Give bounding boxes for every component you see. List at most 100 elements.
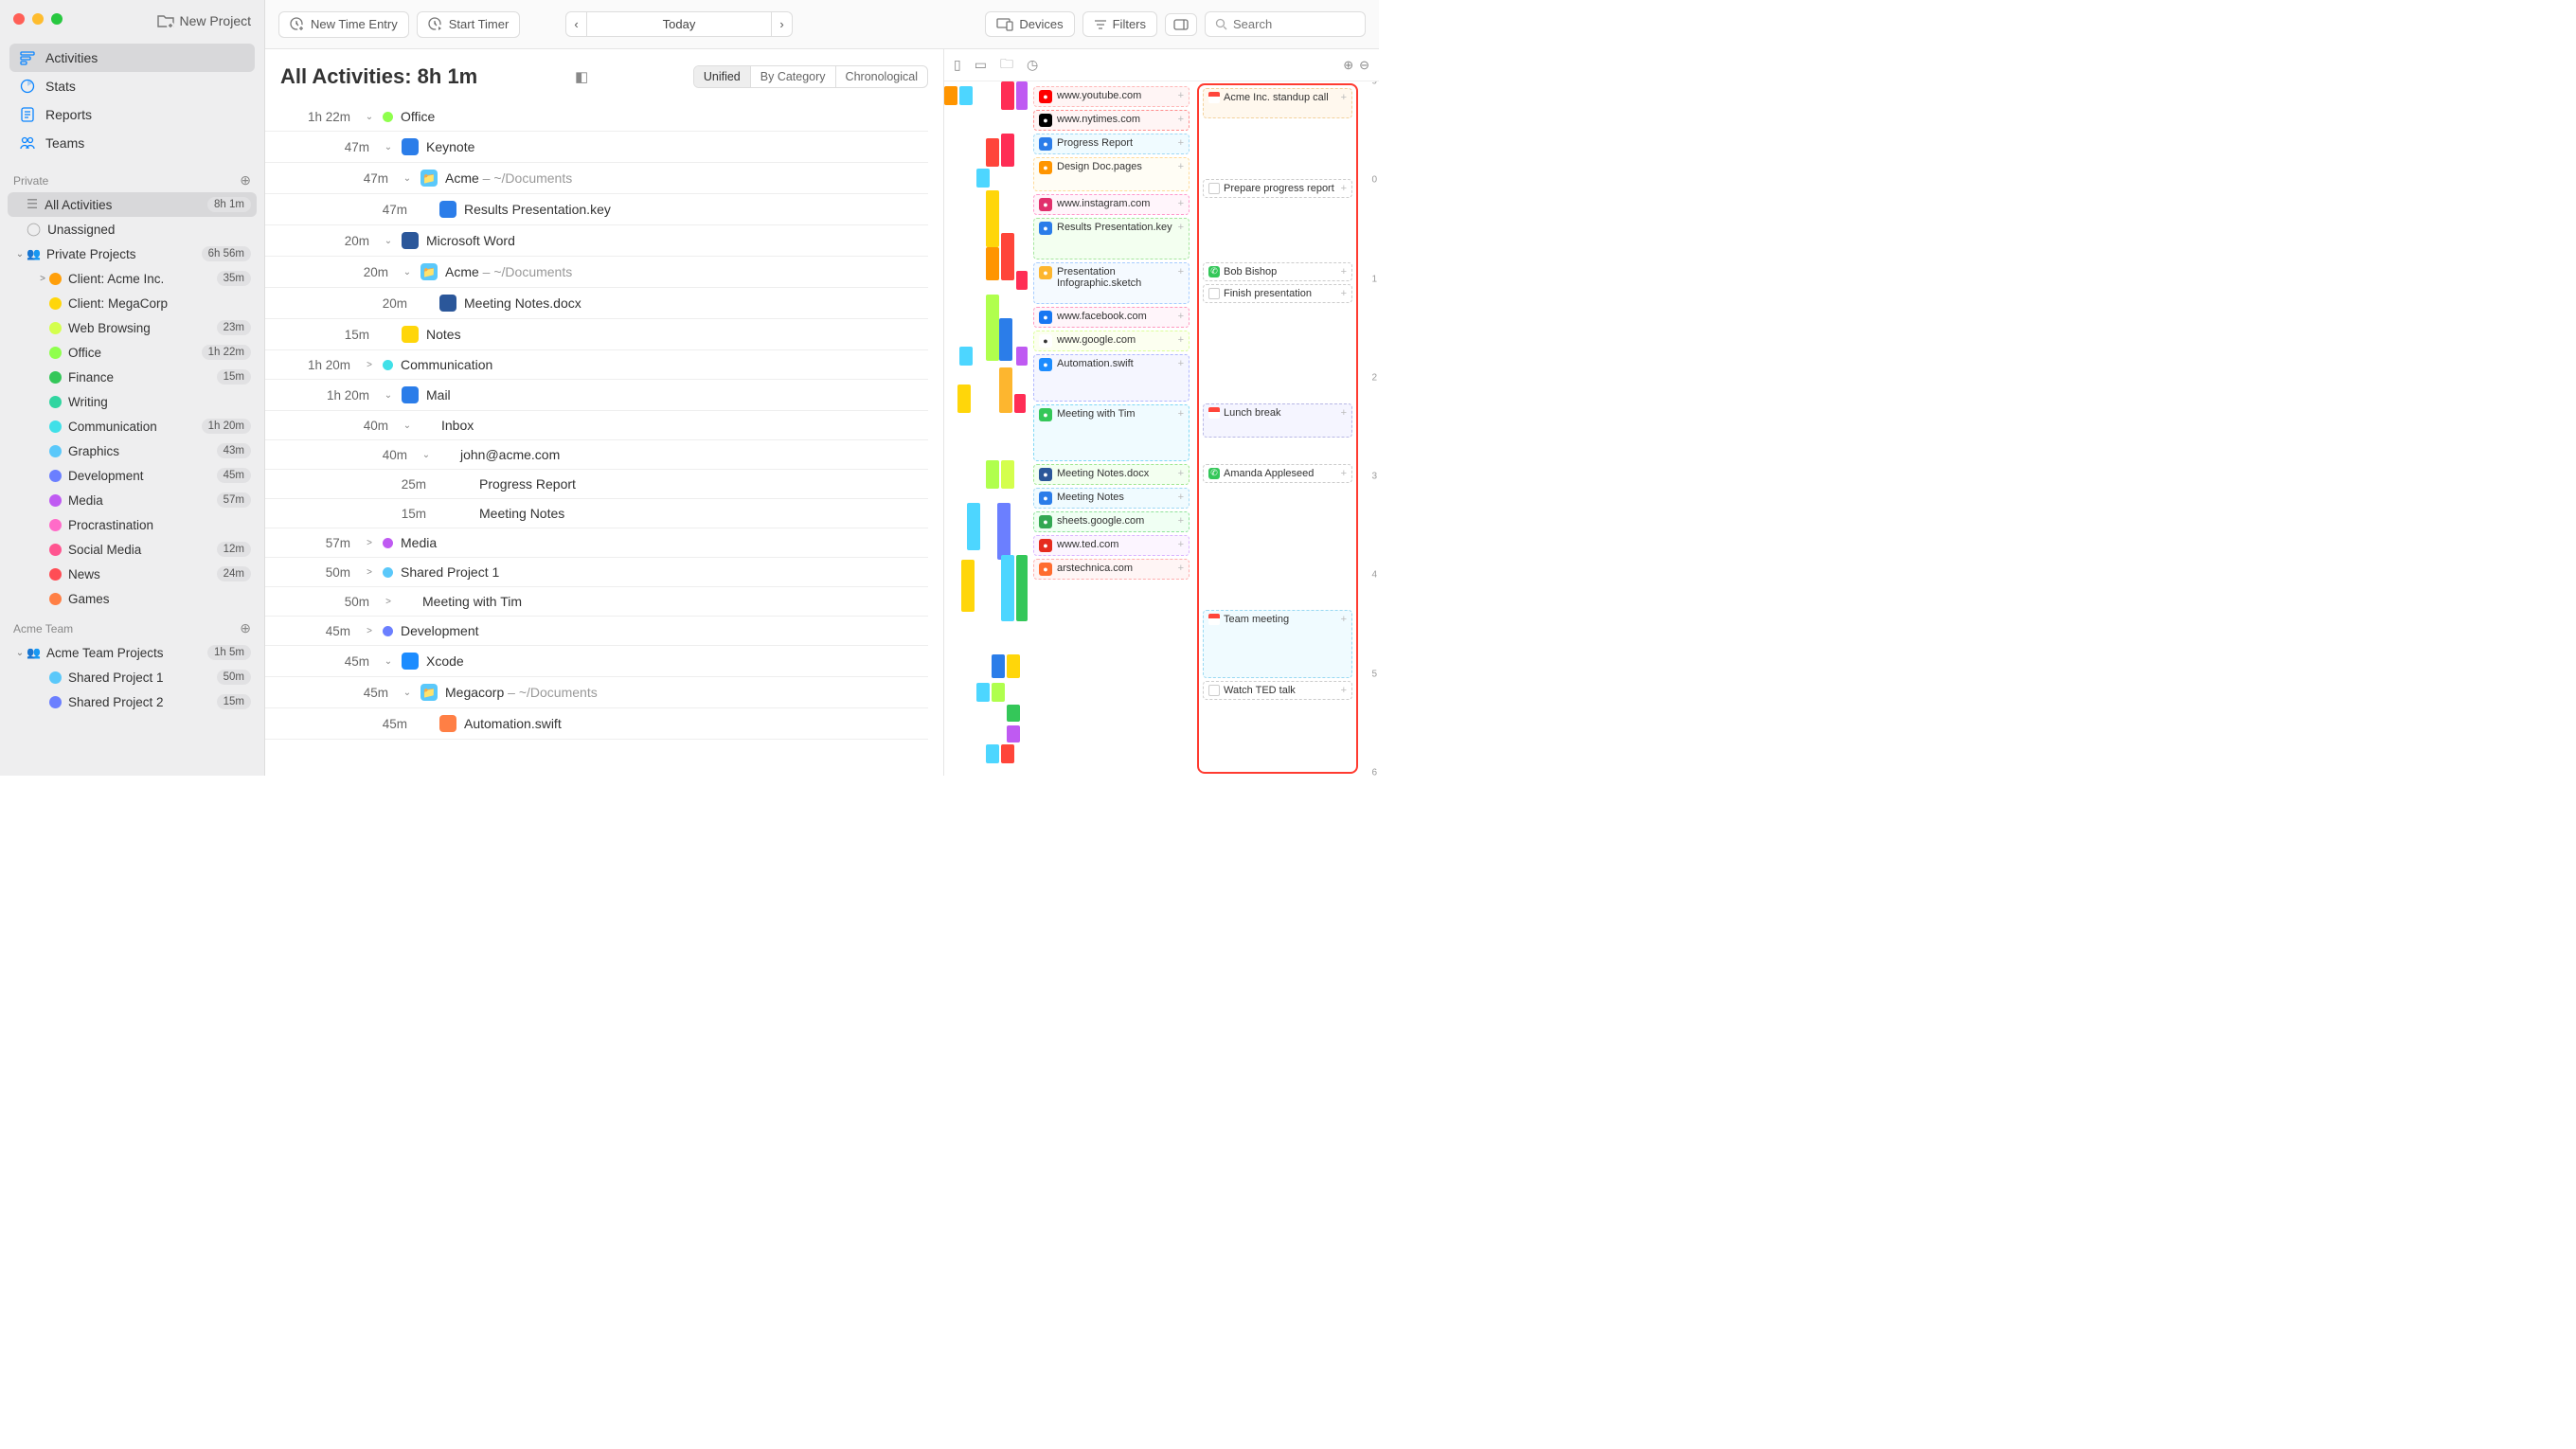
add-icon[interactable]: + xyxy=(1341,468,1347,479)
timeline-block[interactable] xyxy=(959,86,973,105)
timeline-event[interactable]: ●Automation.swift+ xyxy=(1033,354,1190,402)
timeline-block[interactable] xyxy=(986,744,999,763)
disclosure-icon[interactable]: > xyxy=(379,597,398,607)
acme-projects-row[interactable]: ⌄ 👥 Acme Team Projects 1h 5m xyxy=(8,640,257,665)
add-icon[interactable]: + xyxy=(1178,114,1184,125)
activity-row[interactable]: 45m⌄📁Megacorp – ~/Documents xyxy=(265,677,928,708)
timeline-block[interactable] xyxy=(992,654,1005,678)
disclosure-icon[interactable]: ⌄ xyxy=(379,656,398,667)
add-icon[interactable]: + xyxy=(1341,92,1347,103)
activity-row[interactable]: 45mAutomation.swift xyxy=(265,708,928,740)
seg-unified[interactable]: Unified xyxy=(694,66,750,87)
disclosure-icon[interactable]: ⌄ xyxy=(360,112,379,122)
disclosure-icon[interactable]: > xyxy=(360,626,379,636)
activity-row[interactable]: 47m⌄Keynote xyxy=(265,132,928,163)
activity-row[interactable]: 47m⌄📁Acme – ~/Documents xyxy=(265,163,928,194)
timeline-block[interactable] xyxy=(1001,233,1014,280)
timeline-block[interactable] xyxy=(959,347,973,366)
disclosure-icon[interactable]: > xyxy=(360,360,379,370)
seg-chronological[interactable]: Chronological xyxy=(835,66,927,87)
timeline-block[interactable] xyxy=(976,169,990,188)
next-day-button[interactable]: › xyxy=(771,11,792,37)
disclosure-icon[interactable]: ⌄ xyxy=(379,236,398,246)
filters-button[interactable]: Filters xyxy=(1082,11,1157,37)
disclosure-icon[interactable]: ⌄ xyxy=(398,267,417,277)
add-icon[interactable]: + xyxy=(1178,492,1184,503)
private-projects-row[interactable]: ⌄ 👥 Private Projects 6h 56m xyxy=(8,242,257,266)
timeline-block[interactable] xyxy=(1007,705,1020,722)
project-row[interactable]: Office1h 22m xyxy=(8,340,257,365)
add-icon[interactable]: + xyxy=(1341,183,1347,194)
activity-row[interactable]: 50m>Meeting with Tim xyxy=(265,587,928,617)
close-window[interactable] xyxy=(13,13,25,25)
timeline-event[interactable]: ●arstechnica.com+ xyxy=(1033,559,1190,580)
timeline-block[interactable] xyxy=(967,503,980,550)
activity-row[interactable]: 15mMeeting Notes xyxy=(265,499,928,528)
activity-row[interactable]: 50m>Shared Project 1 xyxy=(265,558,928,587)
timeline-event[interactable]: ●Results Presentation.key+ xyxy=(1033,218,1190,259)
calendar-event[interactable]: Acme Inc. standup call+ xyxy=(1203,88,1352,118)
add-icon[interactable]: + xyxy=(1178,563,1184,574)
project-row[interactable]: Writing xyxy=(8,389,257,414)
timeline-block[interactable] xyxy=(976,683,990,702)
add-icon[interactable]: + xyxy=(1178,515,1184,527)
timeline-block[interactable] xyxy=(999,367,1012,413)
shared-project-2-row[interactable]: Shared Project 2 15m xyxy=(8,689,257,714)
disclosure-icon[interactable]: ⌄ xyxy=(398,420,417,431)
devices-button[interactable]: Devices xyxy=(985,11,1074,37)
calendar-event[interactable]: Team meeting+ xyxy=(1203,610,1352,678)
new-project-button[interactable]: New Project xyxy=(157,13,251,28)
layout-button[interactable] xyxy=(1165,13,1197,36)
all-activities-row[interactable]: ☰ All Activities 8h 1m xyxy=(8,192,257,217)
timeline-block[interactable] xyxy=(1014,394,1026,413)
activity-row[interactable]: 45m⌄Xcode xyxy=(265,646,928,677)
nav-activities[interactable]: Activities xyxy=(9,44,255,72)
activity-row[interactable]: 15mNotes xyxy=(265,319,928,350)
add-acme-button[interactable]: ⊕ xyxy=(240,620,251,636)
timeline-block[interactable] xyxy=(997,503,1011,560)
search-input[interactable] xyxy=(1233,17,1355,31)
timeline-block[interactable] xyxy=(986,138,999,167)
calendar-event[interactable]: ✆Bob Bishop+ xyxy=(1203,262,1352,281)
add-icon[interactable]: + xyxy=(1341,614,1347,625)
add-icon[interactable]: + xyxy=(1341,288,1347,299)
nav-reports[interactable]: Reports xyxy=(9,100,255,129)
timeline-block[interactable] xyxy=(999,318,1012,361)
timeline-block[interactable] xyxy=(992,683,1005,702)
timeline-block[interactable] xyxy=(957,385,971,413)
timeline-block[interactable] xyxy=(1001,460,1014,489)
timeline-event[interactable]: ●www.instagram.com+ xyxy=(1033,194,1190,215)
timeline-event[interactable]: ●Progress Report+ xyxy=(1033,134,1190,154)
timeline-event[interactable]: ●Meeting with Tim+ xyxy=(1033,404,1190,461)
activity-row[interactable]: 1h 20m⌄Mail xyxy=(265,380,928,411)
activity-row[interactable]: 20mMeeting Notes.docx xyxy=(265,288,928,319)
start-timer-button[interactable]: Start Timer xyxy=(417,11,521,38)
timeline-block[interactable] xyxy=(1001,134,1014,167)
project-row[interactable]: Development45m xyxy=(8,463,257,488)
timeline-event[interactable]: ●Presentation Infographic.sketch+ xyxy=(1033,262,1190,304)
calendar-event[interactable]: Lunch break+ xyxy=(1203,403,1352,438)
calendar-event[interactable]: ✆Amanda Appleseed+ xyxy=(1203,464,1352,483)
disclosure-icon[interactable]: ⌄ xyxy=(379,142,398,152)
calendar-event[interactable]: Finish presentation+ xyxy=(1203,284,1352,303)
add-private-button[interactable]: ⊕ xyxy=(240,172,251,188)
project-row[interactable]: News24m xyxy=(8,562,257,586)
add-icon[interactable]: + xyxy=(1178,334,1184,346)
minimize-window[interactable] xyxy=(32,13,44,25)
tab-phone-icon[interactable]: ▯ xyxy=(954,57,961,73)
prev-day-button[interactable]: ‹ xyxy=(565,11,586,37)
activity-row[interactable]: 20m⌄Microsoft Word xyxy=(265,225,928,257)
project-row[interactable]: Communication1h 20m xyxy=(8,414,257,438)
activity-row[interactable]: 57m>Media xyxy=(265,528,928,558)
disclosure-icon[interactable]: > xyxy=(360,567,379,578)
timeline-block[interactable] xyxy=(1016,271,1028,290)
date-label[interactable]: Today xyxy=(587,11,772,37)
calendar-event[interactable]: Prepare progress report+ xyxy=(1203,179,1352,198)
timeline-block[interactable] xyxy=(1001,744,1014,763)
timeline-block[interactable] xyxy=(1016,347,1028,366)
activity-row[interactable]: 47mResults Presentation.key xyxy=(265,194,928,225)
project-row[interactable]: Finance15m xyxy=(8,365,257,389)
timeline-block[interactable] xyxy=(961,560,975,612)
project-row[interactable]: Games xyxy=(8,586,257,611)
add-icon[interactable]: + xyxy=(1178,90,1184,101)
